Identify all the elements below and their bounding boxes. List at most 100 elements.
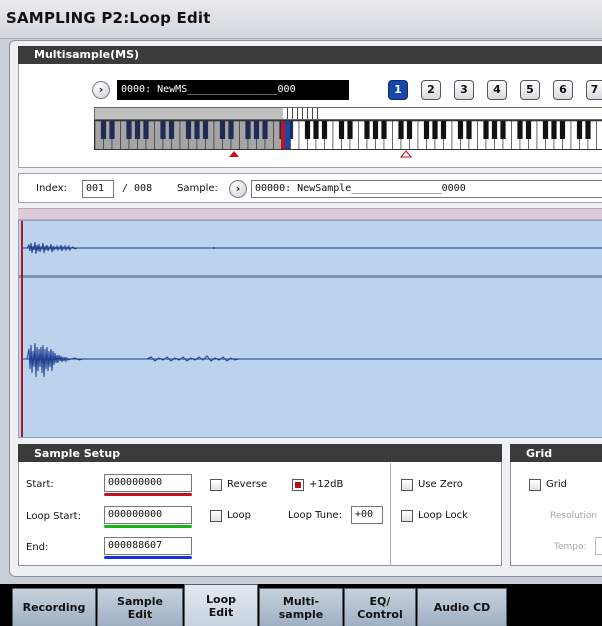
use-zero-checkbox[interactable]: [401, 479, 413, 491]
sample-label: Sample:: [177, 183, 218, 194]
black-key: [517, 121, 523, 139]
black-key: [559, 121, 566, 139]
overview-bar[interactable]: [18, 208, 602, 220]
ms-select-arrow-button[interactable]: ›: [92, 81, 110, 99]
end-label: End:: [26, 542, 49, 553]
bank-button-1[interactable]: 1: [388, 80, 408, 100]
index-field[interactable]: 001: [82, 180, 114, 198]
black-key: [134, 121, 141, 139]
black-key: [253, 121, 260, 139]
black-key: [228, 121, 234, 139]
start-field[interactable]: 000000000: [104, 474, 192, 492]
black-key: [313, 121, 319, 139]
bank-button-6[interactable]: 6: [553, 80, 573, 100]
start-label: Start:: [26, 479, 54, 490]
sample-setup-panel: [18, 444, 502, 566]
loop-checkbox[interactable]: [210, 510, 222, 522]
black-key: [143, 121, 149, 139]
loop-tune-field[interactable]: +00: [351, 506, 383, 524]
black-key: [364, 121, 370, 139]
black-key: [542, 121, 549, 139]
index-total: / 008: [122, 183, 153, 194]
key-zone-original-marker-icon: [400, 150, 412, 158]
black-key: [372, 121, 379, 139]
black-key: [126, 121, 132, 139]
multisample-field[interactable]: 0000: NewMS_______________000: [117, 80, 349, 100]
key-range-strip[interactable]: [94, 107, 602, 120]
tab-eq-control[interactable]: EQ/ Control: [344, 588, 416, 626]
black-key: [338, 121, 345, 139]
black-key: [245, 121, 251, 139]
black-key: [440, 121, 447, 139]
waveform-graphic: [19, 221, 602, 437]
black-key: [262, 121, 268, 139]
zone-marker: [283, 108, 319, 119]
black-key: [551, 121, 557, 139]
tab-loop-edit[interactable]: Loop Edit: [184, 584, 258, 626]
page-title: SAMPLING P2:Loop Edit: [6, 9, 211, 27]
index-label: Index:: [36, 183, 67, 194]
multisample-value: 0000: NewMS_______________000: [121, 84, 296, 95]
black-key: [219, 121, 226, 139]
resolution-label: Resolution: [550, 511, 598, 521]
tab-audio-cd[interactable]: Audio CD: [417, 588, 507, 626]
black-key: [406, 121, 413, 139]
black-key: [525, 121, 532, 139]
end-field[interactable]: 000088607: [104, 537, 192, 555]
black-key: [168, 121, 175, 139]
black-key: [423, 121, 430, 139]
tab-sample-edit[interactable]: Sample Edit: [97, 588, 183, 626]
tab-multisample[interactable]: Multi- sample: [259, 588, 343, 626]
black-key: [304, 121, 311, 139]
black-key: [109, 121, 115, 139]
sample-select-arrow-button[interactable]: ›: [229, 180, 247, 198]
tempo-label: Tempo:: [554, 542, 587, 552]
sample-setup-header-label: Sample Setup: [34, 447, 121, 460]
keyboard-keys: [95, 121, 602, 149]
black-key: [185, 121, 192, 139]
loop-lock-label: Loop Lock: [418, 510, 468, 521]
zone-gray-range: [95, 108, 283, 119]
black-key: [576, 121, 583, 139]
loop-start-label: Loop Start:: [26, 511, 81, 522]
black-key: [491, 121, 498, 139]
loop-start-field[interactable]: 000000000: [104, 506, 192, 524]
black-key: [160, 121, 166, 139]
black-key: [457, 121, 464, 139]
black-key: [100, 121, 107, 139]
reverse-label: Reverse: [227, 479, 268, 490]
black-key: [347, 121, 353, 139]
white-key: [596, 121, 602, 149]
multisample-header-label: Multisample(MS): [34, 48, 140, 61]
loop-lock-checkbox[interactable]: [401, 510, 413, 522]
grid-label: Grid: [546, 479, 567, 490]
bank-button-3[interactable]: 3: [454, 80, 474, 100]
grid-header: [510, 444, 602, 462]
tempo-field[interactable]: [595, 537, 602, 555]
plus12db-checkbox[interactable]: [292, 479, 304, 491]
waveform-display[interactable]: [18, 220, 602, 438]
grid-checkbox[interactable]: [529, 479, 541, 491]
black-key: [398, 121, 404, 139]
bank-button-7[interactable]: 7: [586, 80, 602, 100]
tab-recording[interactable]: Recording: [12, 588, 96, 626]
bank-button-2[interactable]: 2: [421, 80, 441, 100]
keyboard[interactable]: [94, 120, 602, 150]
reverse-checkbox[interactable]: [210, 479, 222, 491]
loop-label: Loop: [227, 510, 251, 521]
black-key: [432, 121, 438, 139]
loop-start-underline: [104, 525, 192, 528]
black-key: [381, 121, 387, 139]
black-key: [500, 121, 506, 139]
plus12db-label: +12dB: [309, 479, 344, 490]
black-key: [483, 121, 489, 139]
setup-divider: [390, 463, 391, 566]
bank-button-4[interactable]: 4: [487, 80, 507, 100]
bank-button-5[interactable]: 5: [520, 80, 540, 100]
black-key: [194, 121, 200, 139]
grid-header-label: Grid: [526, 447, 553, 460]
key-zone-low-marker-icon: [229, 151, 239, 157]
sample-field[interactable]: 00000: NewSample_______________0000: [251, 180, 602, 198]
loop-tune-label: Loop Tune:: [288, 510, 342, 521]
use-zero-label: Use Zero: [418, 479, 463, 490]
